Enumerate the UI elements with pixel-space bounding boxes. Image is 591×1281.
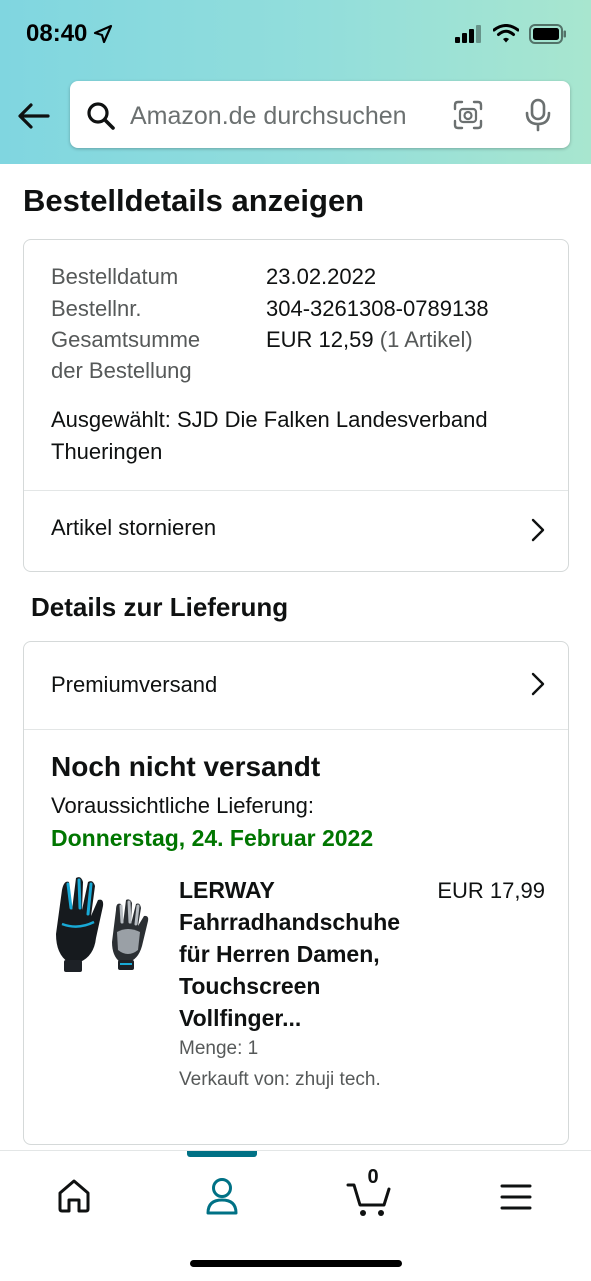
expected-delivery-label: Voraussichtliche Lieferung: — [51, 793, 314, 818]
order-total-items: (1 Artikel) — [379, 327, 473, 352]
cancel-items-label: Artikel stornieren — [51, 515, 217, 540]
battery-icon — [529, 24, 566, 44]
expected-delivery-date: Donnerstag, 24. Februar 2022 — [51, 825, 374, 851]
product-seller: Verkauft von: zhuji tech. — [179, 1069, 381, 1090]
divider — [24, 729, 568, 730]
tab-account[interactable] — [192, 1171, 252, 1221]
chevron-right-icon — [531, 518, 545, 542]
selected-recipient: Ausgewählt: SJD Die Falken Landesverband… — [51, 407, 488, 464]
order-summary-card: Bestelldatum 23.02.2022 Bestellnr. 304-3… — [23, 239, 569, 572]
cart-count-badge: 0 — [367, 1166, 379, 1188]
order-total-label-line2: der Bestellung — [51, 358, 192, 383]
home-icon — [58, 1179, 90, 1213]
order-number-label: Bestellnr. — [51, 296, 142, 321]
delivery-card: Premiumversand Noch nicht versandt Vorau… — [23, 641, 569, 1145]
back-button[interactable] — [16, 98, 56, 138]
active-tab-indicator — [187, 1151, 257, 1157]
chevron-right-icon — [531, 672, 545, 696]
search-bar[interactable] — [70, 81, 570, 148]
tab-menu[interactable] — [486, 1171, 546, 1221]
cellular-signal-icon — [455, 25, 481, 43]
order-number-value: 304-3261308-0789138 — [266, 296, 489, 321]
clock-text: 08:40 — [26, 20, 88, 47]
order-total-amount: EUR 12,59 — [266, 327, 374, 352]
back-arrow-icon — [18, 103, 50, 129]
wifi-icon — [493, 24, 519, 43]
shipping-method-row[interactable]: Premiumversand — [24, 642, 568, 729]
delivery-section-title: Details zur Lieferung — [31, 592, 289, 622]
camera-scan-icon[interactable] — [452, 99, 484, 131]
order-date-label: Bestelldatum — [51, 264, 179, 289]
glove-icon — [56, 877, 104, 972]
order-date-value: 23.02.2022 — [266, 264, 377, 289]
status-bar-time: 08:40 — [26, 20, 113, 48]
menu-icon — [500, 1184, 532, 1210]
product-price: EUR 17,99 — [437, 878, 545, 903]
product-quantity: Menge: 1 — [179, 1038, 259, 1059]
shipping-method-label: Premiumversand — [51, 672, 218, 697]
bottom-tab-bar: 0 — [0, 1150, 591, 1281]
product-image[interactable] — [50, 876, 158, 980]
search-icon — [87, 102, 115, 130]
app-header: 08:40 — [0, 0, 591, 164]
location-arrow-icon — [94, 24, 113, 44]
cancel-items-row[interactable]: Artikel stornieren — [24, 491, 568, 571]
order-total-value: EUR 12,59 (1 Artikel) — [266, 324, 473, 355]
status-bar-icons — [455, 24, 567, 44]
order-total-label-line1: Gesamtsumme — [51, 327, 201, 352]
account-icon — [206, 1178, 238, 1215]
page-title: Bestelldetails anzeigen — [23, 183, 365, 218]
product-title-link[interactable]: LERWAY Fahrradhandschuhe für Herren Dame… — [179, 874, 409, 1034]
shipment-status: Noch nicht versandt — [51, 751, 321, 782]
tab-home[interactable] — [44, 1171, 104, 1221]
microphone-icon[interactable] — [524, 98, 552, 132]
home-indicator[interactable] — [190, 1260, 402, 1267]
search-input[interactable] — [128, 93, 432, 139]
